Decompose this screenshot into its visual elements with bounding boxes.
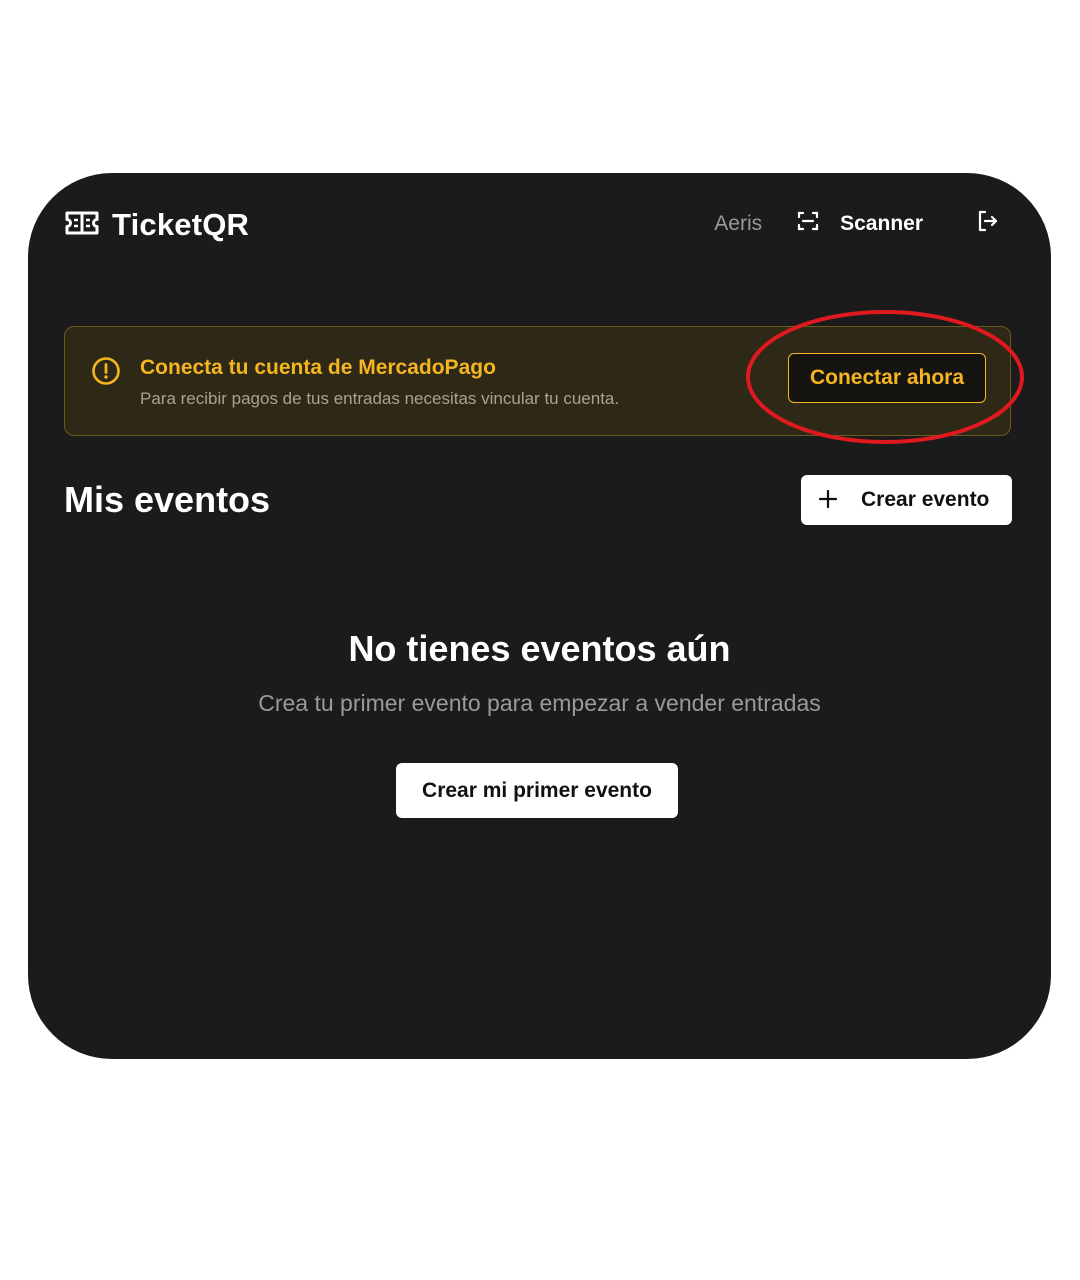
empty-state-description: Crea tu primer evento para empezar a ven… [258,690,821,716]
nav-actions: Aeris Scanner [714,209,999,238]
alert-description: Para recibir pagos de tus entradas neces… [140,389,620,408]
connect-now-button[interactable]: Conectar ahora [788,353,986,403]
logout-icon [975,209,999,238]
create-event-button[interactable]: Crear evento [801,475,1012,525]
app-window: TicketQR Aeris Scanner Conecta tu cuenta… [28,173,1051,1059]
top-nav: TicketQR Aeris Scanner [28,173,1051,277]
brand[interactable]: TicketQR [64,207,249,243]
create-first-event-button[interactable]: Crear mi primer evento [396,763,678,818]
brand-name: TicketQR [112,207,250,242]
logout-button[interactable] [975,209,999,238]
warning-icon [91,356,121,391]
section-title: Mis eventos [64,479,271,520]
create-event-label: Crear evento [861,488,990,511]
scanner-label: Scanner [840,211,923,235]
user-name: Aeris [714,211,763,235]
empty-state-title: No tienes eventos aún [348,628,731,669]
plus-icon [818,489,838,511]
scanner-link[interactable]: Scanner [796,209,923,238]
mercadopago-alert: Conecta tu cuenta de MercadoPago Para re… [64,326,1011,436]
scan-icon [796,209,820,238]
ticket-icon [64,210,100,241]
alert-title: Conecta tu cuenta de MercadoPago [140,356,496,379]
